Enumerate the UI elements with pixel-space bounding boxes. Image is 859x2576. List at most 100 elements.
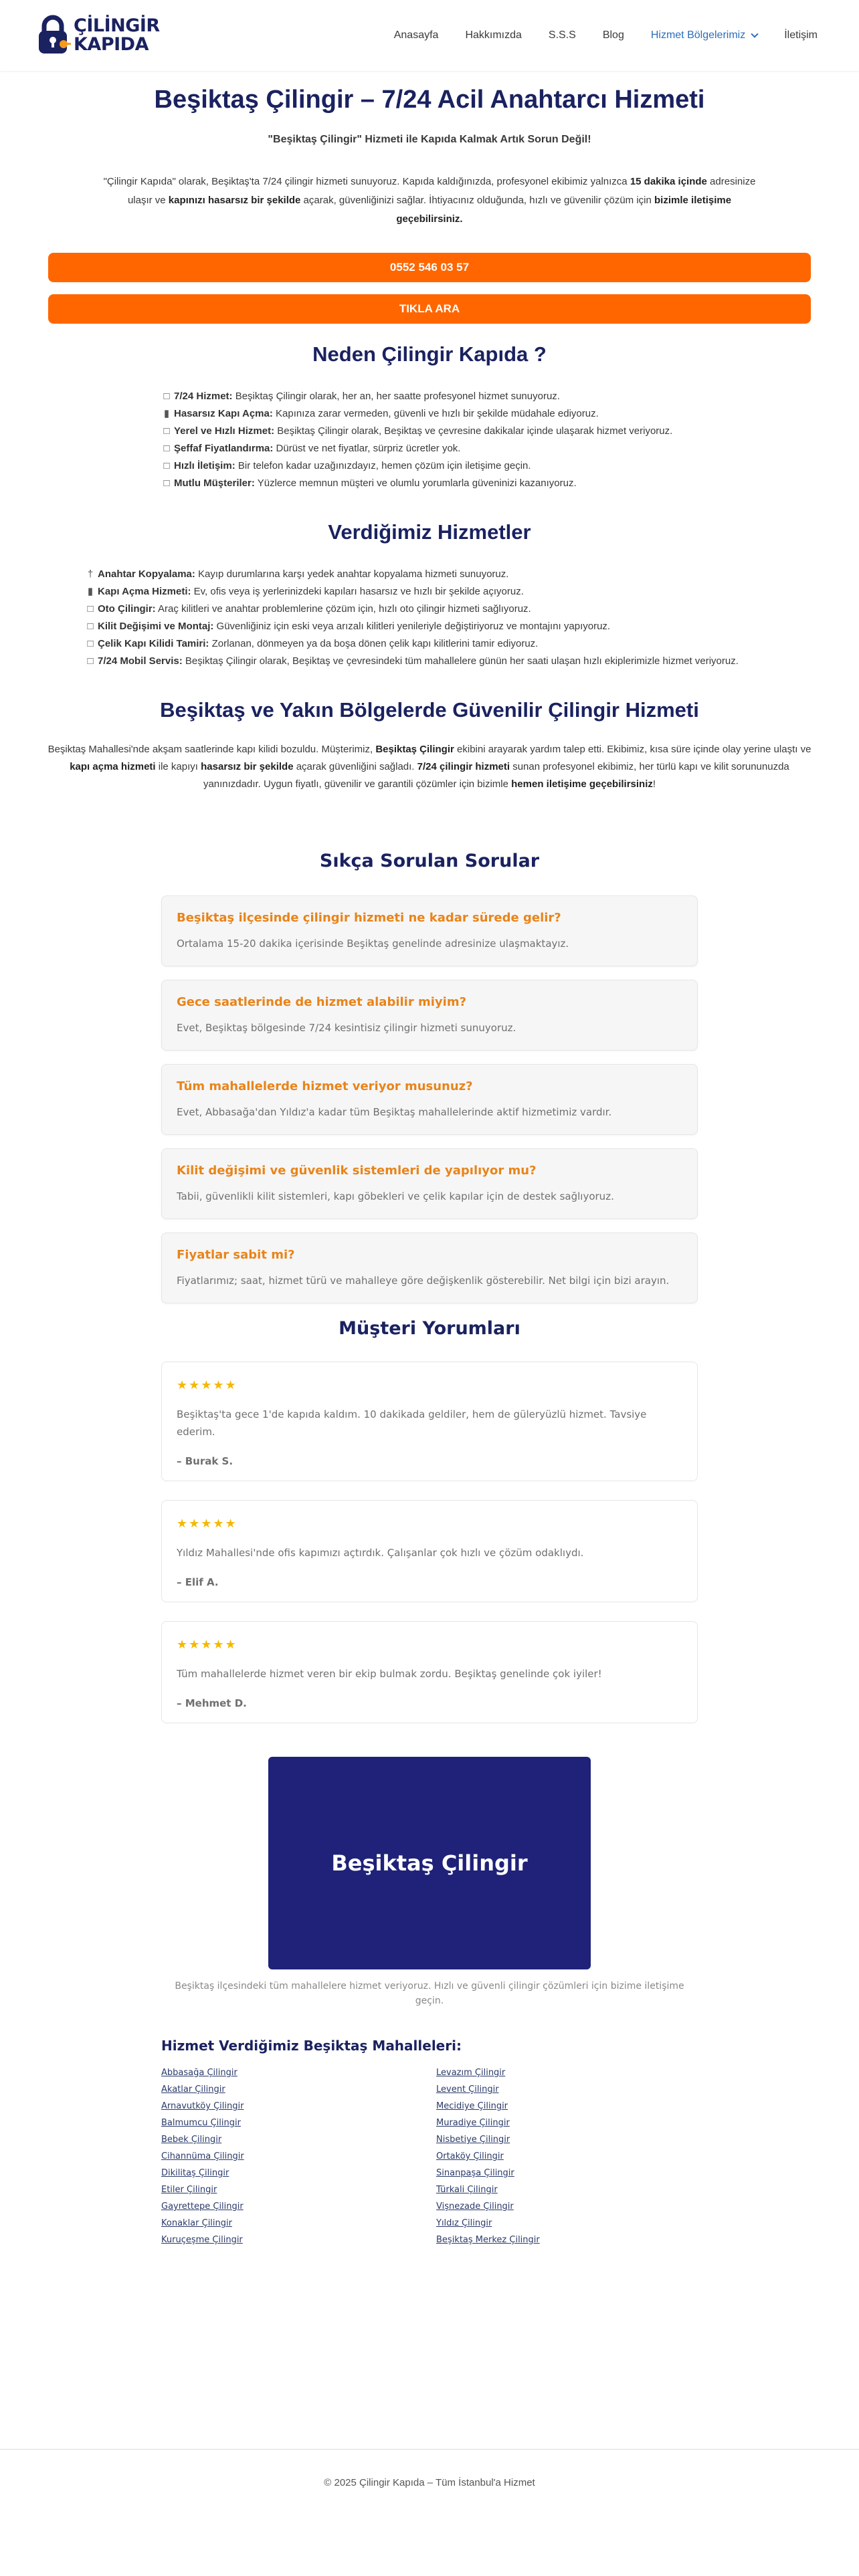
neighborhood-link[interactable]: Levent Çilingir — [436, 2081, 698, 2098]
neighborhood-link[interactable]: Gayrettepe Çilingir — [161, 2198, 423, 2215]
faq-question[interactable]: Beşiktaş ilçesinde çilingir hizmeti ne k… — [177, 909, 682, 927]
services-list: † Anahtar Kopyalama: Kayıp durumlarına ka… — [86, 566, 859, 670]
regions-text-part: ile kapıyı — [155, 761, 201, 772]
phone-cta-button[interactable]: 0552 546 03 57 — [48, 253, 811, 282]
nav-hizmet-bolgelerimiz[interactable]: Hizmet Bölgelerimiz — [651, 29, 759, 41]
nav-blog[interactable]: Blog — [603, 29, 624, 41]
page-title: Beşiktaş Çilingir – 7/24 Acil Anahtarcı … — [154, 86, 705, 114]
reviews-section: Müşteri Yorumları ★★★★★ Beşiktaş'ta gece … — [0, 1318, 859, 1723]
faq-answer: Evet, Beşiktaş bölgesinde 7/24 kesintisi… — [177, 1022, 516, 1034]
bullet-box-icon: □ — [87, 655, 94, 667]
neighborhood-link[interactable]: Beşiktaş Merkez Çilingir — [436, 2232, 698, 2248]
logo[interactable]: ÇİLİNGİR KAPIDA — [35, 15, 160, 56]
services-item: † Anahtar Kopyalama: Kayıp durumlarına ka… — [86, 566, 859, 583]
why-item-text: Kapınıza zarar vermeden, güvenli ve hızl… — [272, 408, 599, 419]
faq-answer: Tabii, güvenlikli kilit sistemleri, kapı… — [177, 1190, 614, 1202]
neighborhood-link[interactable]: Bebek Çilingir — [161, 2131, 423, 2148]
call-cta-button[interactable]: TIKLA ARA — [48, 294, 811, 324]
regions-section: Beşiktaş ve Yakın Bölgelerde Güvenilir Ç… — [0, 697, 859, 793]
reviews-list: ★★★★★ Beşiktaş'ta gece 1'de kapıda kaldım… — [161, 1362, 698, 1723]
neighborhood-link[interactable]: Türkali Çilingir — [436, 2181, 698, 2198]
neighborhood-link[interactable]: Abbasağa Çilingir — [161, 2064, 423, 2081]
why-title: Neden Çilingir Kapıda ? — [312, 342, 547, 366]
neighborhood-link[interactable]: Konaklar Çilingir — [161, 2215, 423, 2232]
neighborhood-link[interactable]: Etiler Çilingir — [161, 2181, 423, 2198]
review-author: – Mehmet D. — [177, 1697, 247, 1709]
nav-iletisim[interactable]: İletişim — [784, 29, 818, 41]
why-item: ▮ Hasarsız Kapı Açma: Kapınıza zarar verm… — [162, 405, 859, 423]
hero-text-part: "Çilingir Kapıda" olarak, Beşiktaş'ta 7/… — [103, 176, 630, 187]
neighborhood-link[interactable]: Levazım Çilingir — [436, 2064, 698, 2081]
hero-section: Beşiktaş Çilingir – 7/24 Acil Anahtarcı … — [0, 83, 859, 229]
neighborhood-link[interactable]: Ortaköy Çilingir — [436, 2148, 698, 2165]
neighborhoods-title: Hizmet Verdiğimiz Beşiktaş Mahalleleri: — [161, 2038, 462, 2054]
regions-text-part: ! — [652, 778, 656, 790]
services-item-label: Anahtar Kopyalama: — [98, 568, 195, 580]
hero-text: "Çilingir Kapıda" olarak, Beşiktaş'ta 7/… — [102, 173, 757, 229]
services-section: Verdiğimiz Hizmetler † Anahtar Kopyalama:… — [0, 519, 859, 670]
why-item-text: Dürüst ve net fiyatlar, sürpriz ücretler… — [273, 443, 461, 454]
bullet-box-icon: □ — [163, 460, 170, 471]
review-author: – Burak S. — [177, 1455, 233, 1467]
why-item-text: Yüzlerce memnun müşteri ve olumlu yoruml… — [254, 477, 577, 489]
regions-text-bold: kapı açma hizmeti — [70, 761, 156, 772]
services-item-label: 7/24 Mobil Servis: — [98, 655, 183, 667]
neighborhood-link[interactable]: Sinanpaşa Çilingir — [436, 2165, 698, 2181]
pin-icon: † — [87, 568, 94, 580]
faq-card[interactable]: Kilit değişimi ve güvenlik sistemleri de… — [161, 1148, 698, 1219]
neighborhood-link[interactable]: Vişnezade Çilingir — [436, 2198, 698, 2215]
neighborhood-link[interactable]: Muradiye Çilingir — [436, 2115, 698, 2131]
faq-answer: Evet, Abbasağa'dan Yıldız'a kadar tüm Be… — [177, 1106, 612, 1118]
why-item-label: 7/24 Hizmet: — [174, 391, 233, 402]
besiktas-banner-image: Beşiktaş Çilingir — [268, 1757, 591, 1969]
neighborhood-link[interactable]: Cihannüma Çilingir — [161, 2148, 423, 2165]
bullet-box-icon: □ — [87, 621, 94, 632]
neighborhood-link[interactable]: Akatlar Çilingir — [161, 2081, 423, 2098]
services-item-text: Kayıp durumlarına karşı yedek anahtar ko… — [195, 568, 509, 580]
why-item-text: Beşiktaş Çilingir olarak, Beşiktaş ve çe… — [274, 425, 673, 437]
star-rating-icon: ★★★★★ — [177, 1638, 237, 1652]
padlock-logo-icon — [39, 15, 71, 53]
bullet-box-icon: □ — [163, 391, 170, 402]
neighborhood-link[interactable]: Kuruçeşme Çilingir — [161, 2232, 423, 2248]
faq-question[interactable]: Kilit değişimi ve güvenlik sistemleri de… — [177, 1162, 682, 1180]
regions-text-bold: 7/24 çilingir hizmeti — [417, 761, 510, 772]
why-item-label: Yerel ve Hızlı Hizmet: — [174, 425, 275, 437]
faq-card[interactable]: Fiyatlar sabit mi? Fiyatlarımız; saat, hi… — [161, 1232, 698, 1303]
door-icon: ▮ — [163, 408, 170, 419]
star-rating-icon: ★★★★★ — [177, 1378, 237, 1392]
faq-question[interactable]: Gece saatlerinde de hizmet alabilir miyi… — [177, 994, 682, 1011]
regions-text-bold: hasarsız bir şekilde — [201, 761, 294, 772]
faq-question[interactable]: Tüm mahallelerde hizmet veriyor musunuz? — [177, 1078, 682, 1095]
regions-text: Beşiktaş Mahallesi'nde akşam saatlerinde… — [47, 741, 812, 793]
services-item-text: Güvenliğiniz için eski veya arızalı kili… — [213, 621, 611, 632]
services-item-label: Oto Çilingir: — [98, 603, 156, 615]
neighborhood-link[interactable]: Yıldız Çilingir — [436, 2215, 698, 2232]
neighborhood-link[interactable]: Mecidiye Çilingir — [436, 2098, 698, 2115]
neighborhood-link[interactable]: Arnavutköy Çilingir — [161, 2098, 423, 2115]
faq-question[interactable]: Fiyatlar sabit mi? — [177, 1247, 682, 1264]
why-item-label: Hızlı İletişim: — [174, 460, 235, 471]
neighborhood-link[interactable]: Nisbetiye Çilingir — [436, 2131, 698, 2148]
hero-text-bold: kapınızı hasarsız bir şekilde — [168, 195, 301, 206]
faq-title: Sıkça Sorulan Sorular — [319, 851, 540, 871]
faq-card[interactable]: Gece saatlerinde de hizmet alabilir miyi… — [161, 980, 698, 1051]
bullet-box-icon: □ — [87, 638, 94, 649]
nav-sss[interactable]: S.S.S — [549, 29, 576, 41]
why-item-label: Hasarsız Kapı Açma: — [174, 408, 273, 419]
regions-text-part: açarak güvenliğini sağladı. — [293, 761, 417, 772]
services-item-label: Kilit Değişimi ve Montaj: — [98, 621, 214, 632]
services-item-text: Zorlanan, dönmeyen ya da boşa dönen çeli… — [209, 638, 539, 649]
why-item: □ 7/24 Hizmet: Beşiktaş Çilingir olarak, … — [162, 388, 859, 405]
main-nav: Anasayfa Hakkımızda S.S.S Blog Hizmet Bö… — [394, 29, 818, 41]
neighborhood-link[interactable]: Dikilitaş Çilingir — [161, 2165, 423, 2181]
faq-card[interactable]: Tüm mahallelerde hizmet veriyor musunuz?… — [161, 1064, 698, 1135]
nav-hakkimizda[interactable]: Hakkımızda — [465, 29, 521, 41]
footer-copyright: © 2025 Çilingir Kapıda – Tüm İstanbul'a … — [324, 2477, 535, 2488]
regions-title: Beşiktaş ve Yakın Bölgelerde Güvenilir Ç… — [160, 698, 699, 722]
faq-card[interactable]: Beşiktaş ilçesinde çilingir hizmeti ne k… — [161, 895, 698, 966]
nav-anasayfa[interactable]: Anasayfa — [394, 29, 439, 41]
neighborhood-link[interactable]: Balmumcu Çilingir — [161, 2115, 423, 2131]
why-item: □ Hızlı İletişim: Bir telefon kadar uzağı… — [162, 457, 859, 475]
